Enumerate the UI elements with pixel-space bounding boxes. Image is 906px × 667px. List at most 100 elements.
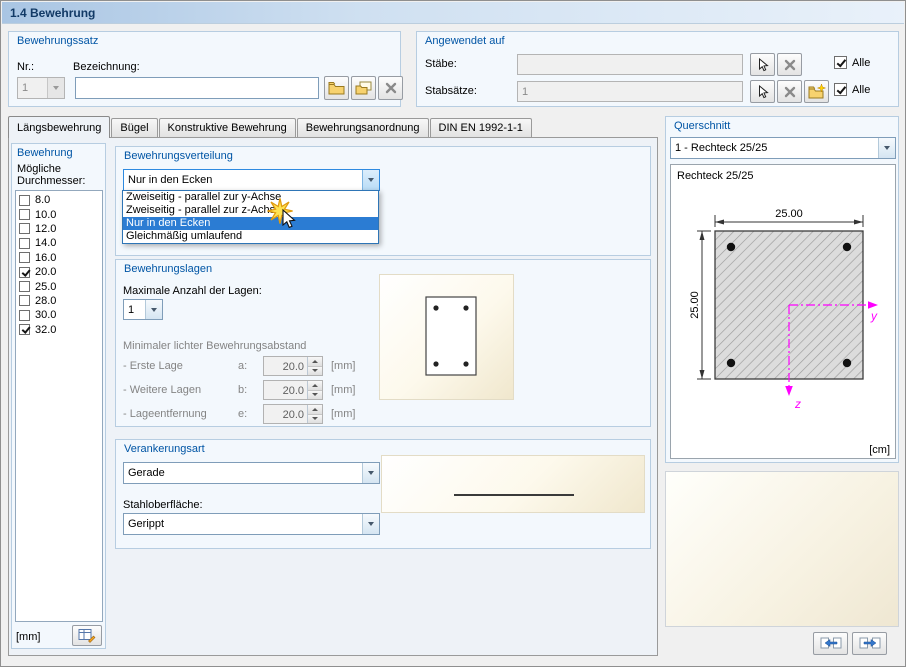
alle-staebe-checkbox[interactable]: Alle: [834, 56, 870, 69]
verankerung-preview-image: [381, 455, 645, 513]
stahloberflaeche-select[interactable]: Gerippt: [123, 513, 380, 535]
delete-stabsaetze-button[interactable]: [777, 80, 802, 103]
tab-konstruktive-bewehrung[interactable]: Konstruktive Bewehrung: [159, 118, 296, 137]
copy-set-button[interactable]: [351, 76, 376, 100]
spin-down-icon[interactable]: [308, 415, 322, 424]
lageentfernung-spinner[interactable]: 20.0: [263, 404, 323, 424]
diameter-list[interactable]: 8.0 10.0 12.0 14.0 16.0 20.0 25.0 28.0 3…: [15, 190, 103, 622]
diameter-checkbox[interactable]: [19, 267, 30, 278]
diameter-row[interactable]: 30.0: [16, 308, 102, 322]
diameter-checkbox[interactable]: [19, 324, 30, 335]
chevron-down-icon[interactable]: [362, 514, 379, 534]
nr-label: Nr.:: [17, 61, 34, 73]
verankerung-select[interactable]: Gerade: [123, 462, 380, 484]
diameter-row[interactable]: 8.0: [16, 193, 102, 207]
weitere-lagen-label: - Weitere Lagen: [123, 384, 201, 396]
pick-staebe-button[interactable]: [750, 53, 775, 76]
verteilung-option[interactable]: Zweiseitig - parallel zur z-Achse: [123, 204, 378, 217]
alle-stabsaetze-checkbox[interactable]: Alle: [834, 83, 870, 96]
diameter-row[interactable]: 14.0: [16, 236, 102, 250]
rebar-dot: [433, 361, 438, 366]
section-unit-label: [cm]: [869, 444, 890, 456]
tab-din-en-1992-1-1[interactable]: DIN EN 1992-1-1: [430, 118, 532, 137]
verteilung-select[interactable]: Nur in den Ecken: [123, 169, 380, 191]
axis-z-label: z: [794, 397, 801, 411]
pick-stabsaetze-button[interactable]: [750, 80, 775, 103]
verteilung-option[interactable]: Zweiseitig - parallel zur y-Achse: [123, 191, 378, 204]
lageentfernung-sym: e:: [238, 408, 247, 420]
spin-up-icon[interactable]: [308, 381, 322, 391]
copy-parameters-to-button[interactable]: [852, 632, 887, 655]
satz-nr-select[interactable]: 1: [17, 77, 65, 99]
verankerung-group-title: Verankerungsart: [124, 443, 205, 455]
rebar-dot: [843, 359, 851, 367]
spin-down-icon[interactable]: [308, 367, 322, 376]
weitere-lagen-sym: b:: [238, 384, 247, 396]
chevron-down-icon[interactable]: [362, 463, 379, 483]
spinner-buttons[interactable]: [307, 357, 322, 375]
stabsaetze-label: Stabsätze:: [425, 85, 477, 97]
tab-buegel[interactable]: Bügel: [111, 118, 157, 137]
diameter-checkbox[interactable]: [19, 252, 30, 263]
max-lagen-select[interactable]: 1: [123, 299, 163, 320]
querschnitt-select[interactable]: 1 - Rechteck 25/25: [670, 137, 896, 159]
new-set-button[interactable]: [324, 76, 349, 100]
tab-bewehrungsanordnung[interactable]: Bewehrungsanordnung: [297, 118, 429, 137]
diameter-row[interactable]: 20.0: [16, 265, 102, 279]
stabsaetze-input[interactable]: [517, 81, 743, 102]
diameter-checkbox[interactable]: [19, 223, 30, 234]
weitere-lagen-unit: [mm]: [331, 384, 355, 396]
diameter-checkbox[interactable]: [19, 295, 30, 306]
new-stabsatz-button[interactable]: [804, 80, 829, 103]
diameter-row[interactable]: 10.0: [16, 207, 102, 221]
verteilung-group-title: Bewehrungsverteilung: [124, 150, 233, 162]
tab-label: Bewehrungsanordnung: [306, 122, 420, 134]
chevron-down-icon[interactable]: [145, 300, 162, 319]
diameter-row[interactable]: 16.0: [16, 251, 102, 265]
diameter-settings-button[interactable]: [72, 625, 102, 646]
bewehrung-group-title: Bewehrung: [17, 147, 73, 159]
abstand-label: Minimaler lichter Bewehrungsabstand: [123, 340, 306, 352]
spinner-buttons[interactable]: [307, 381, 322, 399]
diameter-checkbox[interactable]: [19, 310, 30, 321]
diameter-checkbox[interactable]: [19, 281, 30, 292]
spin-up-icon[interactable]: [308, 357, 322, 367]
bezeichnung-label: Bezeichnung:: [73, 61, 140, 73]
diameter-row[interactable]: 32.0: [16, 323, 102, 337]
erste-lage-unit: [mm]: [331, 360, 355, 372]
tab-label: Bügel: [120, 122, 148, 134]
spin-up-icon[interactable]: [308, 405, 322, 415]
chevron-down-icon[interactable]: [47, 78, 64, 98]
spin-down-icon[interactable]: [308, 391, 322, 400]
diameter-label: 32.0: [35, 324, 56, 336]
querschnitt-group-title: Querschnitt: [674, 120, 730, 132]
diameter-checkbox[interactable]: [19, 195, 30, 206]
erste-lage-spinner[interactable]: 20.0: [263, 356, 323, 376]
tab-laengsbewehrung[interactable]: Längsbewehrung: [8, 116, 110, 138]
diameter-checkbox[interactable]: [19, 209, 30, 220]
stahloberflaeche-label: Stahloberfläche:: [123, 499, 203, 511]
staebe-input[interactable]: [517, 54, 743, 75]
delete-set-button[interactable]: [378, 76, 403, 100]
verteilung-dropdown: Zweiseitig - parallel zur y-Achse Zweise…: [122, 190, 379, 244]
verteilung-option[interactable]: Nur in den Ecken: [123, 217, 378, 230]
checkbox-box[interactable]: [834, 83, 847, 96]
moegliche-durchmesser-label: Mögliche Durchmesser:: [17, 163, 103, 187]
weitere-lagen-spinner[interactable]: 20.0: [263, 380, 323, 400]
bezeichnung-input[interactable]: [75, 77, 319, 99]
diameter-row[interactable]: 28.0: [16, 294, 102, 308]
diameter-row[interactable]: 12.0: [16, 222, 102, 236]
chevron-down-icon[interactable]: [878, 138, 895, 158]
diameter-label: 16.0: [35, 252, 56, 264]
bewehrungssatz-group: Bewehrungssatz Nr.: Bezeichnung: 1: [8, 31, 401, 107]
chevron-down-icon[interactable]: [362, 170, 379, 190]
spinner-buttons[interactable]: [307, 405, 322, 423]
delete-staebe-button[interactable]: [777, 53, 802, 76]
checkbox-box[interactable]: [834, 56, 847, 69]
verteilung-option[interactable]: Gleichmäßig umlaufend: [123, 230, 378, 243]
verankerung-group: Verankerungsart Gerade Stahloberfläche: …: [115, 439, 651, 549]
copy-parameters-from-button[interactable]: [813, 632, 848, 655]
diameter-row[interactable]: 25.0: [16, 279, 102, 293]
diameter-label: 20.0: [35, 266, 56, 278]
diameter-checkbox[interactable]: [19, 238, 30, 249]
